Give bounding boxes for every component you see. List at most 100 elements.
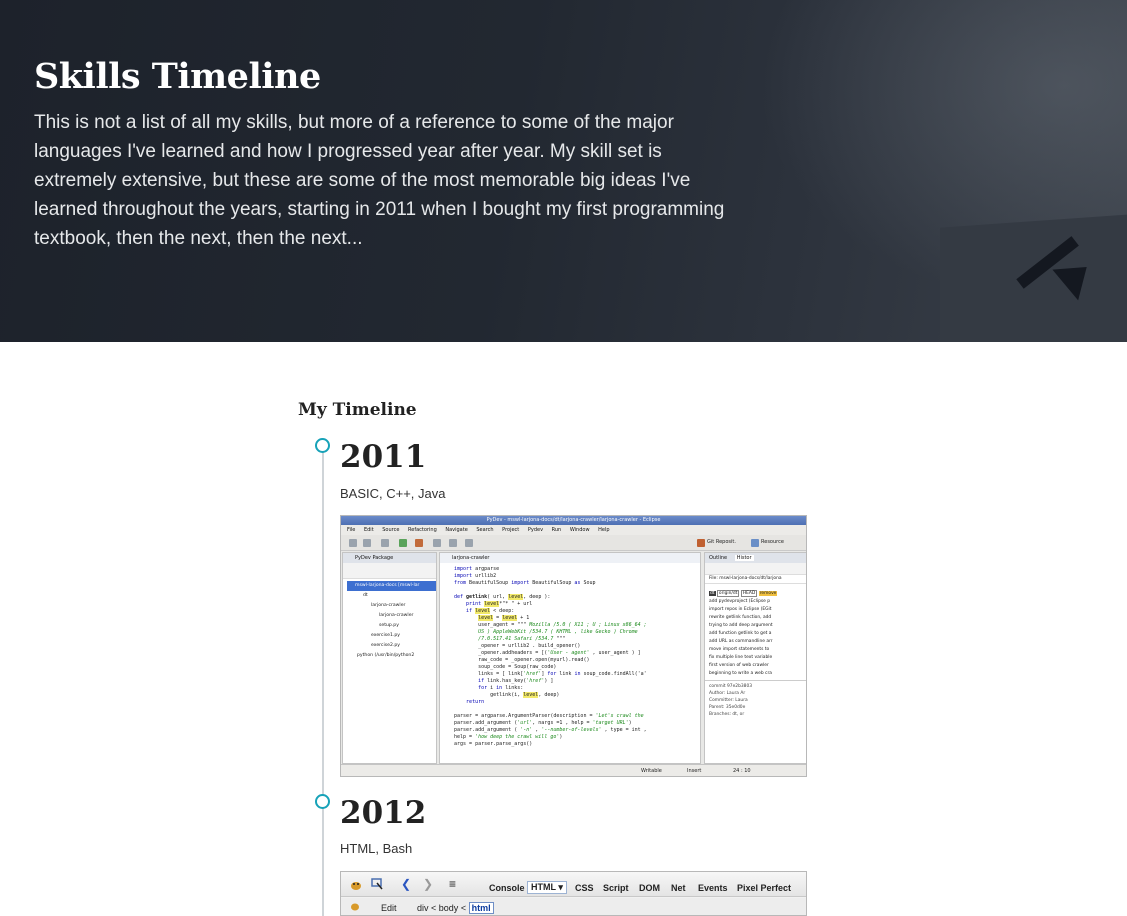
history-tools [705,563,806,575]
timeline-year: 2011 [340,439,427,475]
menu-item: Navigate [445,527,468,533]
hero-banner: Skills Timeline This is not a list of al… [0,0,1127,342]
menu-icon: ≡ [449,877,457,891]
tree-item: mswl-larjona-docs [mswl-lar [347,581,436,591]
search-icon [433,539,441,547]
tree-item: setup.py [379,623,399,628]
print-icon [381,539,389,547]
history-branch-row: dt origin/dt HEAD remove [705,590,806,598]
commit-info-line: Committer: Laura [709,698,748,703]
history-tabs: Outline Histor [705,553,806,563]
tree-item: larjona-crawler [371,603,406,608]
menu-item: Window [569,527,590,533]
run-icon [399,539,407,547]
branch-label: dt [709,591,716,596]
new-file-icon [349,539,357,547]
branch-label: remove [758,591,778,596]
forward-icon [465,539,473,547]
editor-tab: larjona-crawler [440,553,700,563]
branch-label: HEAD [740,590,758,597]
file-tree: mswl-larjona-docs [mswl-lar dt larjona-c… [343,579,436,661]
tab-css: CSS [575,883,594,893]
tab-script: Script [603,883,629,893]
status-position: 24 : 10 [733,768,751,774]
eclipse-window-title: PyDev - mswl-larjona-docs/dt/larjona-cra… [341,516,806,525]
menu-item: Help [598,527,610,533]
code-line: links = [ link['href'] for link in soup_… [454,671,647,677]
code-line: import argparse [454,566,500,572]
status-insert: Insert [687,768,702,774]
firebug-screenshot: ❮ ❯ ≡ Console HTML ▾ CSS Script DOM Net … [340,871,807,916]
toolbar-git-label: Git Reposit. [707,539,736,545]
eclipse-statusbar: Writable Insert 24 : 10 [341,764,806,776]
history-item: rewrite getlink function, add [709,615,772,620]
eclipse-screenshot: PyDev - mswl-larjona-docs/dt/larjona-cra… [340,515,807,777]
history-item: add function getlink to get a [709,631,772,636]
timeline-dot-icon [315,438,330,453]
eclipse-panes: PyDev Package mswl-larjona-docs [mswl-la… [341,552,806,764]
menu-item: File [347,527,356,533]
git-icon [697,539,705,547]
package-explorer-tools [343,563,436,579]
history-item: move import statements to [709,647,770,652]
timeline-year: 2012 [340,795,427,831]
tab-net: Net [671,883,686,893]
code-line: if link.has_key('href') ] [478,678,554,684]
edit-button: Edit [381,903,397,913]
code-line: _opener.addheaders = [('User - agent' , … [454,650,641,656]
menu-item: Search [476,527,494,533]
tab-html: HTML ▾ [527,881,567,894]
inspect-icon [371,878,383,890]
commit-info-line: commit 97e2b3803 [709,684,753,689]
firebug-toolbar: ❮ ❯ ≡ Console HTML ▾ CSS Script DOM Net … [341,872,806,897]
tab-history: Histor [734,555,754,561]
menu-item: Run [551,527,562,533]
commit-info-line: Parent: 35e0d0e [709,705,746,710]
page-title: Skills Timeline [34,56,321,97]
toolbar-resource-label: Resource [761,539,784,545]
code-line: soup_code = Soup(raw_code) [454,664,557,670]
tab-outline: Outline [709,555,728,561]
code-line: import urllib2 [454,573,497,579]
tree-item: exercise1.py [371,633,400,638]
history-item: add URL as commandline arr [709,639,773,644]
tree-item: dt [363,593,368,598]
code-text: import argparse import urllib2 from Beauti… [440,563,700,748]
menu-item: Pydev [527,527,544,533]
chevron-right-icon: ❯ [423,877,434,891]
history-item: import repos in Eclipse (EGit [709,607,772,612]
menu-item: Project [502,527,520,533]
tab-dom: DOM [639,883,660,893]
history-item: add pydevproject (Eclipse p [709,599,771,604]
code-line: from BeautifulSoup import BeautifulSoup … [454,580,596,586]
code-line: user_agent = """ Mozilla /5.0 ( X11 ; U … [454,622,647,628]
code-line: def getlink( url, level, deep ): [454,594,551,600]
firebug-html-toolbar: Edit div < body < html [341,898,806,915]
code-line: raw_code = _opener.open(myurl).read() [454,657,590,663]
history-item: fix multiple line text variable [709,655,773,660]
timeline-dot-icon [315,794,330,809]
debug-icon [415,539,423,547]
code-line: parser.add_argument ('url', nargs =1 , h… [454,720,632,726]
package-explorer-tab: PyDev Package [343,553,436,563]
history-path: File: mswl-larjona-docs/dt/larjona [705,575,806,584]
breadcrumb-item-selected: html [468,902,494,914]
tab-console: Console [489,883,525,893]
status-writable: Writable [641,768,662,774]
code-line: for i in links: [478,685,524,691]
tab-pixel-perfect: Pixel Perfect [737,883,792,893]
perspective-icon [751,539,759,547]
code-line: parser = argparse.ArgumentParser(descrip… [454,713,644,719]
code-line: US ) AppleWebKit /534.7 ( KHTML , like G… [478,629,638,635]
code-line: getlink(i, level, deep) [454,692,560,698]
menu-item: Edit [363,527,374,533]
code-line: print level*"* " + url [466,601,533,607]
history-item: beginning to write a web cra [709,671,772,676]
timeline-skills: BASIC, C++, Java [340,486,446,501]
tree-item: exercise2.py [371,643,400,648]
timeline-skills: HTML, Bash [340,841,413,856]
breadcrumb: div < body < html [417,902,494,914]
code-line: /7.0.517.41 Safari /534.7 """ [478,636,566,642]
